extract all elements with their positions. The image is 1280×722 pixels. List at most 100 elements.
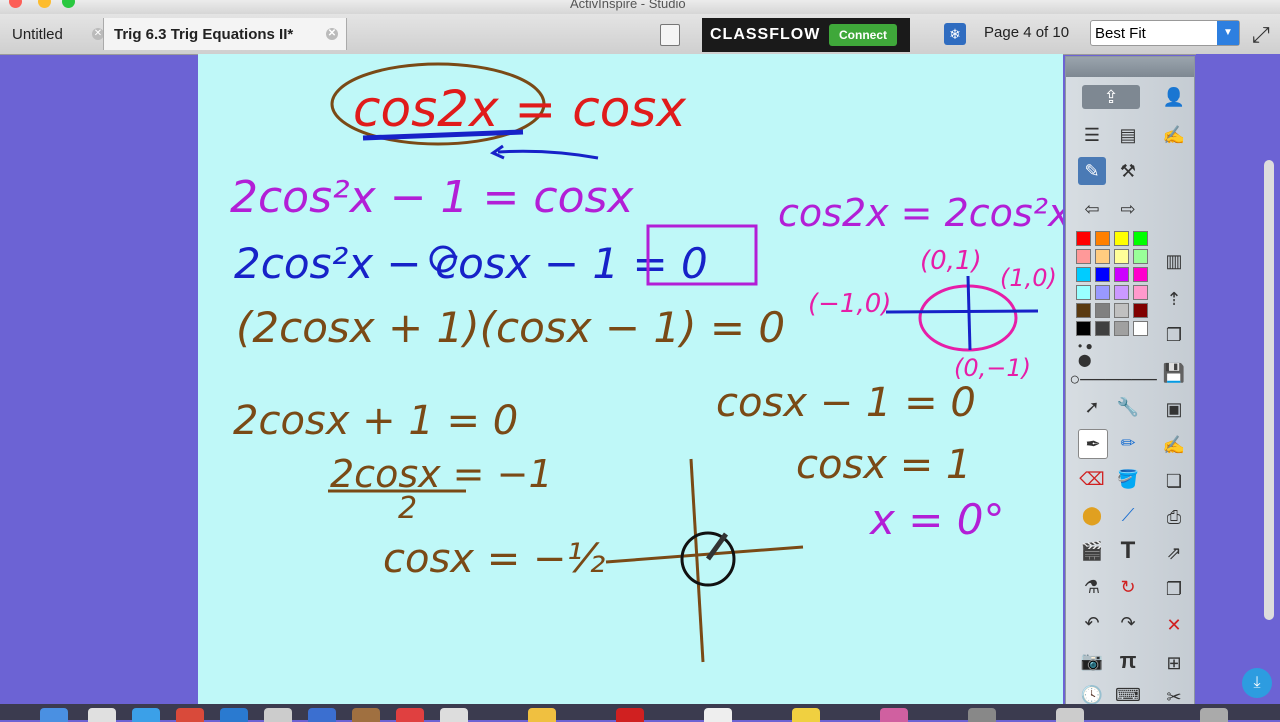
fill-icon[interactable]: 🪣 (1114, 465, 1142, 493)
snowflake-icon[interactable]: ❄ (944, 23, 966, 45)
layers-icon[interactable]: ▥ (1160, 247, 1188, 275)
point-label-top: (0,1) (920, 246, 982, 276)
save-icon[interactable]: 💾 (1160, 359, 1188, 387)
point-label-right: (1,0) (1000, 264, 1057, 292)
color-swatch[interactable] (1133, 249, 1148, 264)
color-swatch[interactable] (1095, 321, 1110, 336)
point-label-bottom: (0,−1) (954, 354, 1031, 382)
equation-line-1: 2cos²x − 1 = cosx (230, 172, 634, 223)
vertical-scrollbar[interactable] (1264, 160, 1274, 620)
color-swatch[interactable] (1114, 285, 1129, 300)
color-swatch[interactable] (1114, 267, 1129, 282)
color-swatch[interactable] (1133, 303, 1148, 318)
tools-icon[interactable]: ⚒ (1114, 157, 1142, 185)
color-swatch[interactable] (1076, 249, 1091, 264)
flipchart-canvas[interactable]: cos2x = cosx 2cos²x − 1 = cosx 2cos²x − … (198, 54, 1063, 704)
color-swatch[interactable] (1114, 231, 1129, 246)
spray-icon[interactable]: ⚗ (1078, 573, 1106, 601)
equation-line-9: x = 0° (868, 495, 1004, 544)
text-tool-icon[interactable]: T (1114, 537, 1142, 565)
color-swatch[interactable] (1095, 285, 1110, 300)
color-swatch[interactable] (1133, 267, 1148, 282)
grid-icon[interactable]: ⊞ (1160, 649, 1188, 677)
page-indicator: Page 4 of 10 (984, 24, 1070, 41)
pen-tool-icon[interactable]: ✒ (1078, 429, 1108, 459)
maximize-window-button[interactable] (62, 0, 75, 8)
equation-line-2: 2cos²x − cosx − 1 = 0 (234, 239, 708, 288)
color-swatch[interactable] (1076, 321, 1091, 336)
close-icon[interactable]: ✕ (326, 28, 338, 40)
color-swatch[interactable] (1114, 249, 1129, 264)
share-icon[interactable]: ⇪ (1082, 85, 1140, 109)
id-card-icon[interactable]: ▤ (1114, 121, 1142, 149)
classflow-panel: CLASSFLOW Connect (702, 18, 910, 52)
select-arrow-icon[interactable]: ➚ (1078, 393, 1106, 421)
color-swatch[interactable] (1095, 303, 1110, 318)
media-icon[interactable]: 🎬 (1078, 537, 1106, 565)
eraser-icon[interactable]: ⌫ (1078, 465, 1106, 493)
signature-icon[interactable]: ✍ (1160, 121, 1188, 149)
copy-icon[interactable]: ❏ (1160, 467, 1188, 495)
connect-button[interactable]: Connect (829, 24, 897, 46)
undo-icon[interactable]: ↶ (1078, 609, 1106, 637)
tab-untitled[interactable]: Untitled ✕ (0, 18, 112, 50)
color-swatch[interactable] (1114, 303, 1129, 318)
user-icon[interactable]: 👤 (1160, 83, 1188, 111)
equation-line-7: cosx − 1 = 0 (716, 380, 976, 426)
color-swatch[interactable] (1076, 231, 1091, 246)
tab-label: Trig 6.3 Trig Equations II* (114, 25, 294, 43)
color-swatch[interactable] (1095, 249, 1110, 264)
point-label-left: (−1,0) (808, 289, 891, 319)
reset-page-icon[interactable]: ↻ (1114, 573, 1142, 601)
equation-line-8: cosx = 1 (796, 442, 971, 488)
title-bar: ActivInspire - Studio (0, 0, 1280, 14)
color-swatch[interactable] (1095, 231, 1110, 246)
color-swatch[interactable] (1133, 321, 1148, 336)
denominator-text: 2 (398, 491, 417, 526)
width-slider[interactable]: ○────── (1069, 365, 1156, 393)
redo-icon[interactable]: ↷ (1114, 609, 1142, 637)
pen-width-icon[interactable]: • ● ⬤ (1078, 339, 1106, 367)
browser-icon[interactable]: ☰ (1078, 121, 1106, 149)
export-icon[interactable]: ⇗ (1160, 539, 1188, 567)
handwriting-icon[interactable]: ✎ (1078, 157, 1106, 185)
dock (0, 704, 1280, 722)
equation-line-6: cosx = −½ (383, 536, 605, 582)
back-arrow-icon[interactable]: ⇦ (1078, 195, 1106, 223)
camera-icon[interactable]: 📷 (1078, 647, 1106, 675)
delete-icon[interactable]: ✕ (1160, 611, 1188, 639)
color-swatch[interactable] (1133, 285, 1148, 300)
zoom-value: Best Fit (1095, 25, 1146, 42)
close-window-button[interactable] (9, 0, 22, 8)
zoom-select[interactable]: Best Fit ▼ (1090, 20, 1240, 46)
connector-icon[interactable]: ⟋ (1114, 501, 1142, 529)
forward-arrow-icon[interactable]: ⇨ (1114, 195, 1142, 223)
upload-icon[interactable]: ⇡ (1160, 285, 1188, 313)
tab-bar: Untitled ✕ Trig 6.3 Trig Equations II* ✕… (0, 14, 1280, 55)
chevron-down-icon[interactable]: ▼ (1217, 21, 1239, 45)
toolbox-header (1066, 57, 1194, 77)
save-as-icon[interactable]: ▣ (1160, 395, 1188, 423)
shape-icon[interactable]: ⬤ (1078, 501, 1106, 529)
window-title: ActivInspire - Studio (570, 0, 686, 11)
color-swatch[interactable] (1114, 321, 1129, 336)
color-swatch[interactable] (1076, 303, 1091, 318)
color-swatch[interactable] (1076, 267, 1091, 282)
magic-ink-icon[interactable]: ✍ (1160, 431, 1188, 459)
classflow-logo: CLASSFLOW (710, 26, 821, 43)
print-icon[interactable]: ⎙ (1160, 503, 1188, 531)
minimize-window-button[interactable] (38, 0, 51, 8)
fullscreen-icon[interactable]: ⤢ (1252, 22, 1270, 48)
duplicate-icon[interactable]: ❐ (1160, 575, 1188, 603)
equation-line-5: 2cosx = −1 (330, 452, 553, 496)
pages-icon[interactable]: ❐ (1160, 321, 1188, 349)
color-swatch[interactable] (1133, 231, 1148, 246)
color-swatch[interactable] (1076, 285, 1091, 300)
wrench-icon[interactable]: 🔧 (1114, 393, 1142, 421)
pi-icon[interactable]: π (1114, 647, 1142, 675)
document-icon[interactable] (660, 24, 680, 46)
color-swatch[interactable] (1095, 267, 1110, 282)
tab-trig-equations[interactable]: Trig 6.3 Trig Equations II* ✕ (103, 18, 347, 50)
highlighter-icon[interactable]: ✏ (1114, 429, 1142, 457)
scroll-down-icon[interactable]: ⤓ (1242, 668, 1272, 698)
